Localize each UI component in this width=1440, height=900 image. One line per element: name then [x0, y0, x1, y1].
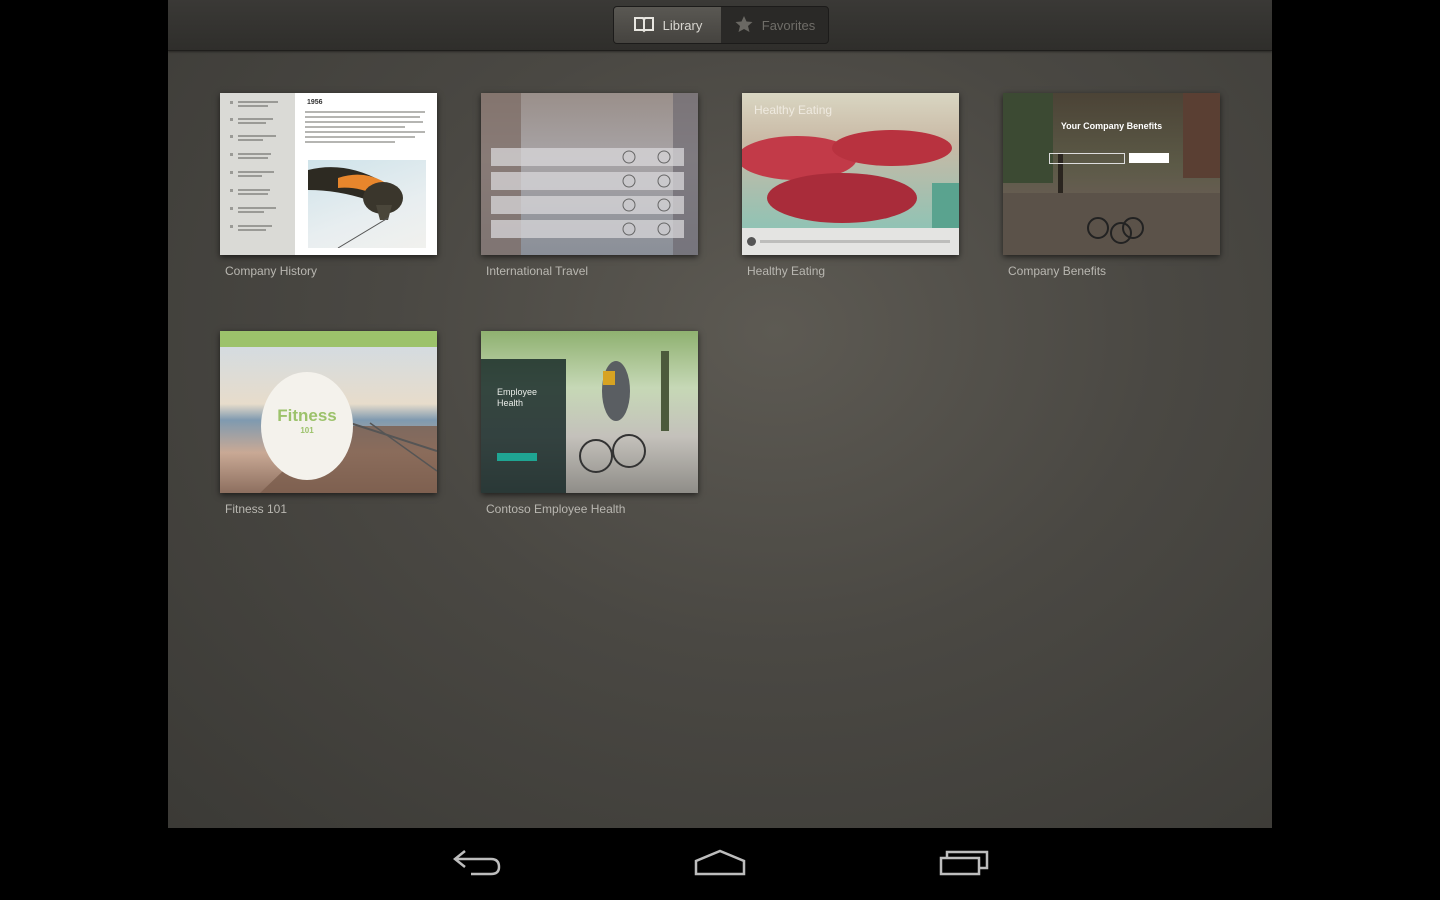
library-item-company-history[interactable]: 1956 Company History — [220, 93, 437, 278]
thumbnail-company-benefits[interactable]: Your Company Benefits — [1003, 93, 1220, 255]
library-item-title: International Travel — [486, 264, 589, 278]
library-item-title: Fitness 101 — [225, 502, 288, 516]
library-item-international-travel[interactable]: International Travel — [481, 93, 698, 278]
library-item-healthy-eating[interactable]: Healthy Eating Healthy Eating — [742, 93, 959, 278]
thumb-photo-balloon — [308, 160, 426, 249]
thumb-quiz-rows — [491, 148, 684, 238]
app-window: Library Favorites 1956 Company History I… — [168, 0, 1272, 828]
library-item-contoso-employee-health[interactable]: Employee Health Contoso Employee Health — [481, 331, 698, 516]
thumbnail-international-travel[interactable] — [481, 93, 698, 255]
thumb-title: Fitness — [277, 406, 337, 425]
thumb-street-photo — [1003, 93, 1220, 255]
back-arrow-icon — [451, 847, 503, 882]
view-switcher: Library Favorites — [613, 6, 829, 44]
thumb-input-fields — [1049, 153, 1169, 164]
thumb-subtitle: 101 — [300, 426, 314, 435]
home-icon — [692, 847, 748, 882]
home-button[interactable] — [680, 842, 760, 886]
thumb-title: Healthy Eating — [754, 103, 833, 117]
thumb-circle-badge: Fitness 101 — [261, 372, 353, 480]
thumbnail-healthy-eating[interactable]: Healthy Eating — [742, 93, 959, 255]
thumb-accent-button — [497, 453, 537, 461]
thumbnail-fitness-101[interactable]: Fitness 101 — [220, 331, 437, 493]
tab-favorites-label: Favorites — [761, 17, 816, 33]
library-item-company-benefits[interactable]: Your Company Benefits Company Benefits — [1003, 93, 1220, 278]
recent-apps-icon — [937, 846, 993, 883]
thumb-title: Your Company Benefits — [1060, 121, 1163, 131]
library-item-title: Contoso Employee Health — [486, 502, 626, 516]
thumbnail-company-history[interactable]: 1956 — [220, 93, 437, 255]
thumbnail-contoso-employee-health[interactable]: Employee Health — [481, 331, 698, 493]
back-button[interactable] — [437, 842, 517, 886]
tab-favorites[interactable]: Favorites — [721, 7, 828, 43]
thumb-title: Employee Health — [497, 387, 538, 408]
book-icon — [633, 15, 655, 36]
top-bar: Library Favorites — [168, 0, 1272, 51]
thumb-text-lines — [305, 111, 425, 143]
thumb-progress-bar — [742, 228, 959, 255]
tab-library[interactable]: Library — [614, 7, 721, 43]
star-icon — [734, 15, 754, 36]
thumb-berries-photo — [742, 130, 959, 228]
thumb-title: 1956 — [307, 99, 323, 106]
library-item-fitness-101[interactable]: Fitness 101 Fitness 101 — [220, 331, 437, 516]
library-item-title: Healthy Eating — [747, 264, 826, 278]
library-item-title: Company History — [225, 264, 318, 278]
thumb-overlay-panel: Employee Health — [481, 359, 566, 493]
tab-library-label: Library — [662, 17, 703, 33]
recent-apps-button[interactable] — [925, 842, 1005, 886]
library-item-title: Company Benefits — [1008, 264, 1107, 278]
system-navigation-bar — [0, 828, 1440, 900]
thumb-sidebar — [220, 93, 295, 255]
